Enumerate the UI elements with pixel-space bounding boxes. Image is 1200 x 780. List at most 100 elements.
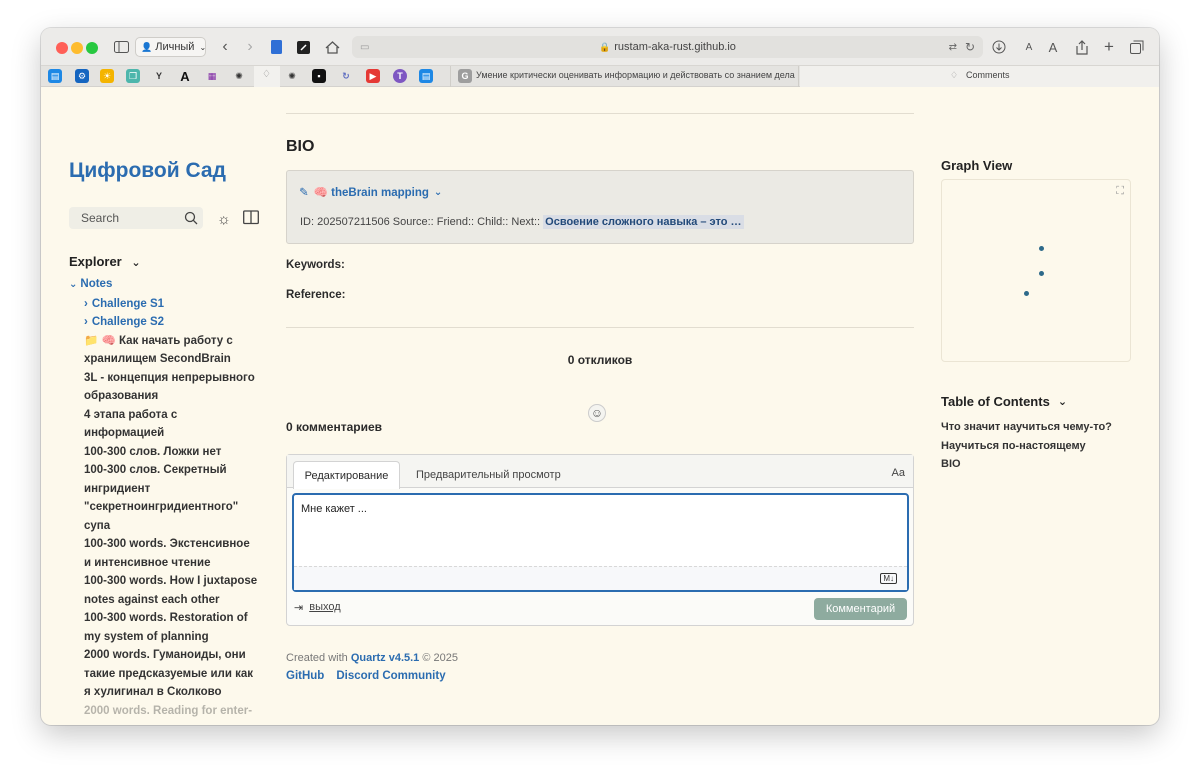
list-item[interactable]: 100-300 words. Экстенсивное и интенсивно…: [69, 535, 259, 572]
explorer-tree: ⌄ Notes › Challenge S1 › Challenge S2 📁 🧠 К…: [69, 275, 259, 720]
comment-text: Мне кажет ...: [301, 503, 367, 515]
pinned-tab-ai-icon[interactable]: ✺: [285, 69, 299, 83]
comment-textarea[interactable]: Мне кажет ... M↓: [292, 493, 909, 592]
expand-graph-icon[interactable]: ⛶: [1116, 185, 1124, 198]
pinned-tab-icon[interactable]: ▤: [48, 69, 62, 83]
chevron-down-icon: ⌄: [1057, 396, 1068, 408]
tab-preview[interactable]: Предварительный просмотр: [416, 469, 561, 481]
list-item[interactable]: 100-300 слов. Ложки нет: [69, 443, 259, 462]
pinned-tab-grid-icon[interactable]: ▦: [205, 69, 219, 83]
page-title: BIO: [286, 138, 315, 155]
pinned-tab-a-icon[interactable]: A: [178, 69, 192, 84]
pinned-tab-y-icon[interactable]: Y: [152, 69, 166, 83]
minimize-window-button[interactable]: [71, 42, 83, 54]
download-icon[interactable]: [991, 37, 1007, 57]
pinned-tab-ai-icon[interactable]: ✺: [232, 69, 246, 83]
graph-node[interactable]: [1039, 271, 1044, 276]
footer-year: © 2025: [422, 652, 459, 664]
pinned-tab-active[interactable]: ♢: [254, 66, 280, 87]
pinned-tab-icon[interactable]: ▤: [419, 69, 433, 83]
chevron-down-icon: ⌄: [199, 42, 207, 52]
pinned-tab-icon[interactable]: ⚙: [75, 69, 89, 83]
pinned-tab-book-icon[interactable]: ❒: [126, 69, 140, 83]
font-larger-button[interactable]: A: [1047, 37, 1059, 57]
add-reaction-smiley-icon[interactable]: ☺: [588, 404, 606, 422]
graph-node[interactable]: [1024, 291, 1029, 296]
toc-item[interactable]: Научиться по-настоящему: [941, 437, 1112, 456]
list-item[interactable]: 📁 🧠 Как начать работу с хранилищем Secon…: [69, 332, 259, 369]
explorer-label: Explorer: [69, 254, 122, 269]
zoom-window-button[interactable]: [86, 42, 98, 54]
translate-icon[interactable]: ⇄: [949, 42, 957, 53]
address-bar[interactable]: ▭ 🔒 rustam-aka-rust.github.io ⇄ ↻: [352, 36, 983, 58]
discord-link[interactable]: Discord Community: [336, 670, 445, 682]
reload-icon[interactable]: ↻: [965, 40, 975, 54]
home-icon[interactable]: [324, 37, 340, 57]
url-text: rustam-aka-rust.github.io: [614, 41, 736, 53]
folder-challenge-s2[interactable]: › Challenge S2: [69, 313, 259, 332]
tab-comments[interactable]: ♢ Comments: [800, 66, 1159, 87]
forward-icon[interactable]: ›: [243, 37, 257, 57]
pinned-tab-t-icon[interactable]: T: [393, 69, 407, 83]
graph-view[interactable]: ⛶: [941, 179, 1131, 362]
tab-bar: ▤ ⚙ ☀ ❒ Y A ▦ ✺ ♢ ✺ ▪ ↻ ▶ T ▤ G Умение к…: [41, 66, 1159, 87]
doc-extension-icon[interactable]: [269, 37, 283, 57]
toc-item[interactable]: BIO: [941, 455, 1112, 474]
person-icon: 👤: [141, 41, 153, 52]
meta-text: ID: 202507211506 Source:: Friend:: Child…: [300, 216, 541, 228]
search-input[interactable]: Search: [69, 207, 203, 229]
folder-label: Challenge S2: [91, 316, 165, 328]
quartz-link[interactable]: Quartz v4.5.1: [351, 652, 419, 664]
submit-comment-button[interactable]: Комментарий: [814, 598, 907, 620]
theme-toggle-sun-icon[interactable]: ☼: [217, 211, 231, 228]
search-icon: [184, 211, 198, 225]
reactions-count: 0 откликов: [567, 353, 633, 367]
folder-notes[interactable]: ⌄ Notes: [69, 275, 259, 295]
lock-icon: 🔒: [599, 41, 611, 52]
site-title[interactable]: Цифровой Сад: [69, 159, 226, 183]
list-item[interactable]: 100-300 слов. Секретный ингридиент "секр…: [69, 461, 259, 535]
github-link[interactable]: GitHub: [286, 670, 324, 682]
toc-item[interactable]: Что значит научиться чему-то?: [941, 418, 1112, 437]
list-item[interactable]: 100-300 words. Restoration of my system …: [69, 609, 259, 646]
comment-tab-icon: ♢: [950, 70, 959, 80]
browser-toolbar: 👤 Личный ⌄ ‹ › ▭ 🔒 rustam-aka-rust.githu…: [41, 28, 1159, 66]
footer-links: GitHub Discord Community: [286, 670, 446, 682]
tab-edit[interactable]: Редактирование: [293, 461, 400, 489]
list-item[interactable]: 4 этапа работа с информацией: [69, 406, 259, 443]
toc-title: Table of Contents: [941, 394, 1050, 409]
folder-challenge-s1[interactable]: › Challenge S1: [69, 295, 259, 314]
share-icon[interactable]: [1075, 37, 1089, 57]
reader-mode-book-icon[interactable]: [243, 210, 259, 230]
tab-active-article[interactable]: G Умение критически оценивать информацию…: [450, 66, 799, 87]
edit-extension-icon[interactable]: [296, 37, 310, 57]
explorer-toggle[interactable]: Explorer ⌄: [69, 254, 141, 269]
list-item[interactable]: 2000 words. Гуманоиды, они такие предска…: [69, 646, 259, 702]
list-item[interactable]: 100-300 words. How I juxtapose notes aga…: [69, 572, 259, 609]
new-tab-icon[interactable]: +: [1102, 37, 1116, 57]
back-icon[interactable]: ‹: [218, 37, 232, 57]
pinned-tab-sun-icon[interactable]: ☀: [100, 69, 114, 83]
sidebar-toggle-icon[interactable]: [113, 37, 129, 57]
list-item[interactable]: 2000 words. Reading for enter-: [69, 702, 259, 721]
callout-header[interactable]: ✎ 🧠 theBrain mapping ⌄: [299, 185, 442, 200]
graph-node[interactable]: [1039, 246, 1044, 251]
pinned-tab-swirl-icon[interactable]: ↻: [339, 69, 353, 83]
close-window-button[interactable]: [56, 42, 68, 54]
pinned-tab-black-icon[interactable]: ▪: [312, 69, 326, 83]
markdown-icon: M↓: [880, 573, 897, 584]
pinned-tab-comment-icon: ♢: [262, 69, 271, 80]
profile-selector[interactable]: 👤 Личный ⌄: [135, 37, 206, 57]
list-item[interactable]: 3L - концепция непрерывного образования: [69, 369, 259, 406]
callout-title: 🧠 theBrain mapping: [313, 187, 429, 199]
text-format-toggle[interactable]: Aa: [892, 467, 905, 479]
chevron-down-icon: ⌄: [131, 257, 141, 269]
logout-link[interactable]: ⇥ выход: [294, 601, 341, 614]
toc-toggle[interactable]: Table of Contents ⌄: [941, 394, 1067, 409]
chevron-down-icon: ⌄: [69, 279, 78, 290]
pinned-tab-youtube-icon[interactable]: ▶: [366, 69, 380, 83]
tab-overview-icon[interactable]: [1130, 37, 1144, 57]
next-link[interactable]: Освоение сложного навыка – это …: [543, 215, 744, 229]
callout-box: ✎ 🧠 theBrain mapping ⌄ ID: 202507211506 …: [286, 170, 914, 244]
font-smaller-button[interactable]: A: [1024, 37, 1034, 57]
